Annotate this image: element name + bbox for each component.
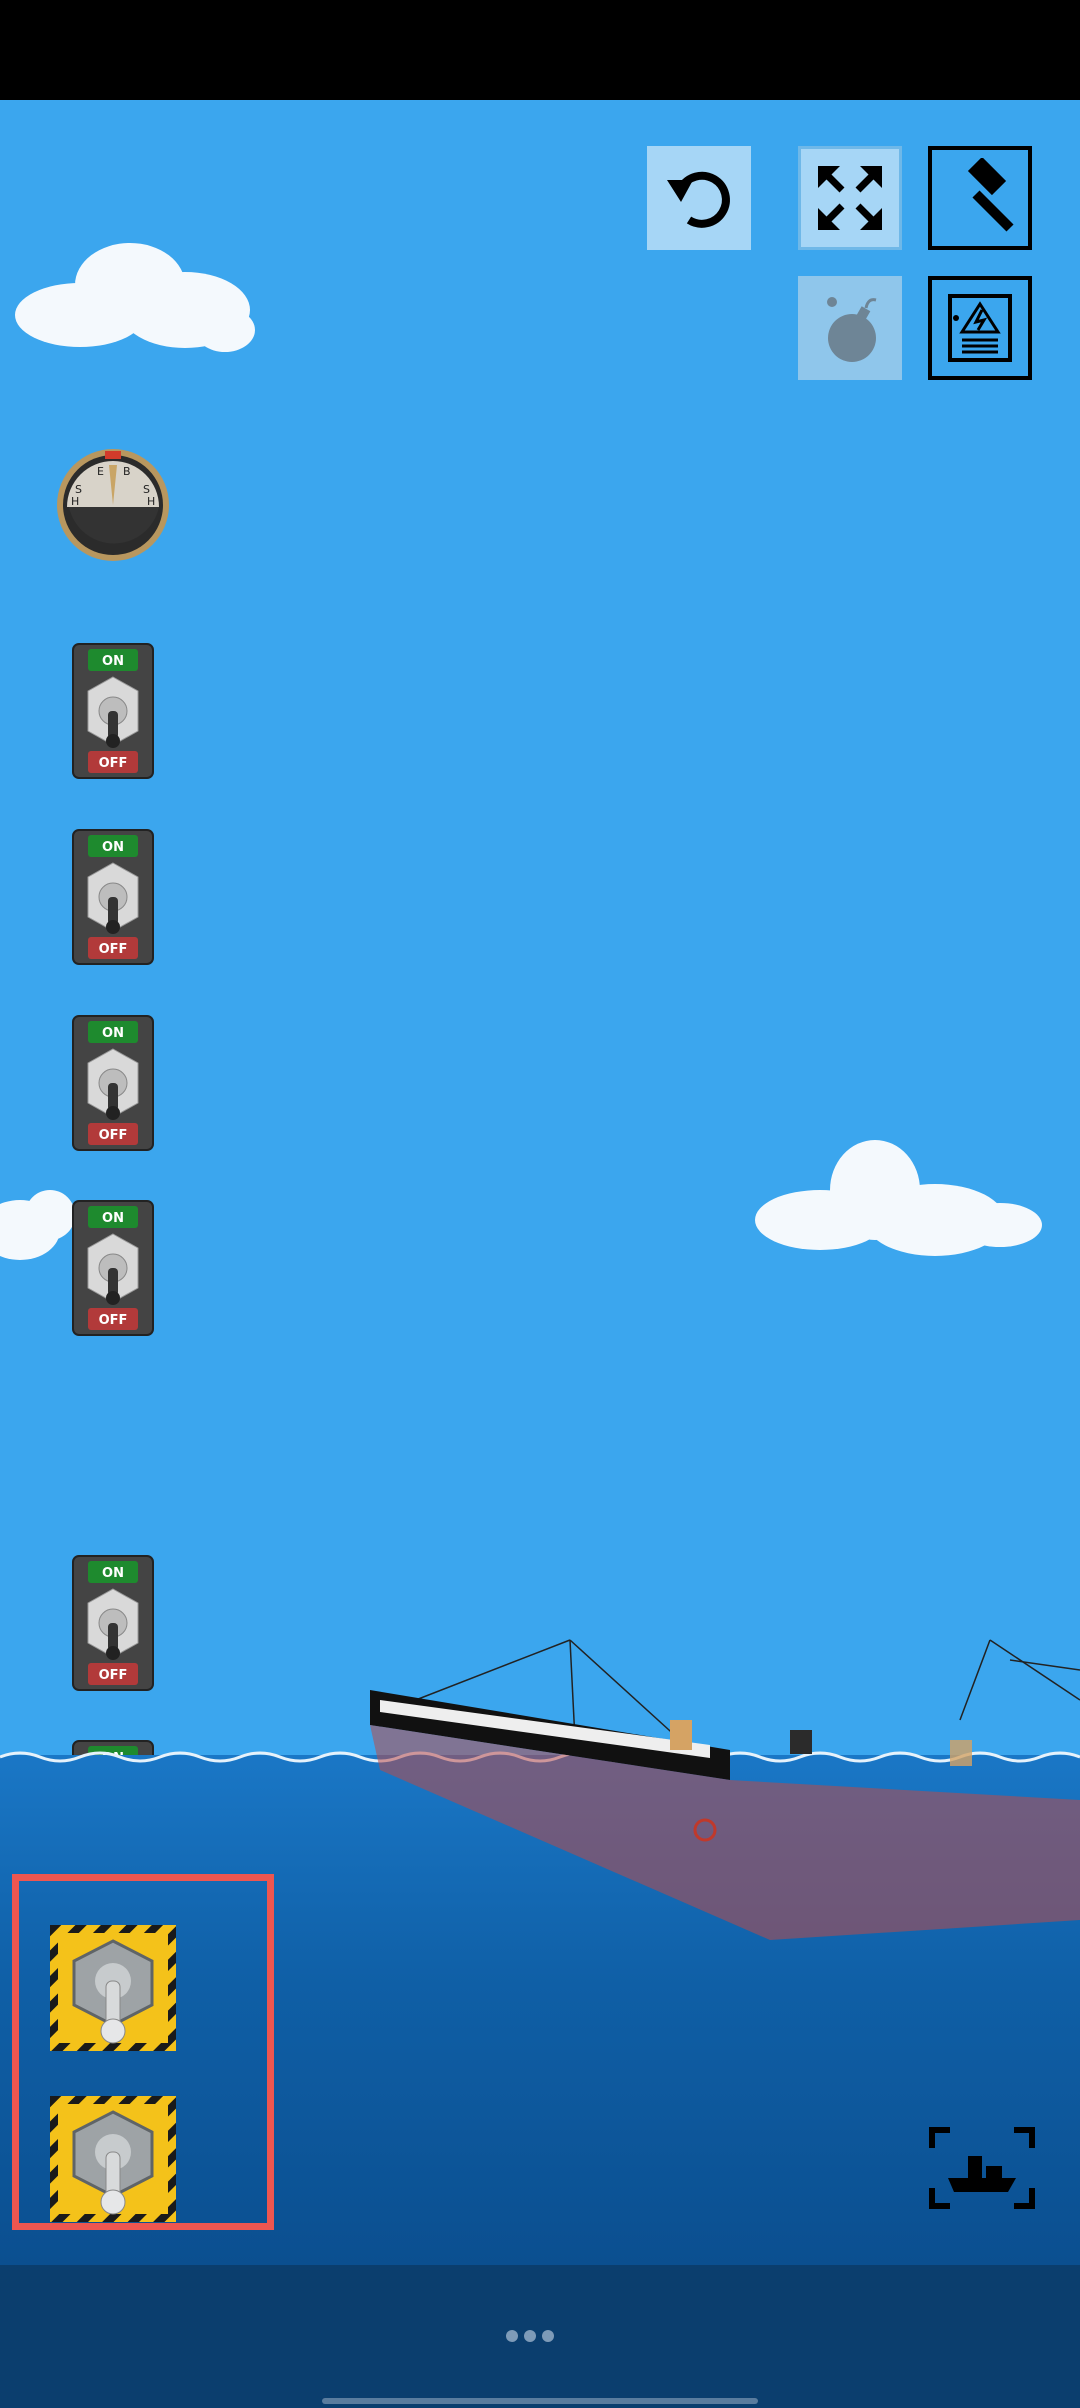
toggle-on-label: ON	[102, 1026, 124, 1041]
toggle-on-label: ON	[102, 1211, 124, 1226]
telegraph-letter: H	[71, 495, 79, 508]
hazard-lever-icon	[50, 2096, 176, 2222]
cloud	[15, 243, 255, 352]
follow-ship-camera-button[interactable]	[928, 2126, 1036, 2210]
expand-icon	[818, 166, 882, 230]
bomb-button[interactable]	[798, 276, 902, 380]
toggle-switch-graphic: ON OFF	[72, 643, 154, 779]
fit-screen-button[interactable]	[798, 146, 902, 250]
hazard-switch[interactable]	[50, 2096, 176, 2222]
toggle-switch[interactable]: ON OFF	[72, 1555, 154, 1691]
telegraph-letter: E	[97, 465, 104, 478]
toggle-on-label: ON	[102, 840, 124, 855]
home-indicator[interactable]	[322, 2398, 758, 2404]
toggle-switch-graphic: ON OFF	[72, 1015, 154, 1151]
telegraph-letter: H	[147, 495, 155, 508]
toggle-on-label: ON	[102, 1566, 124, 1581]
build-button[interactable]	[928, 146, 1032, 250]
toggle-switch[interactable]: ON OFF	[72, 643, 154, 779]
toggle-off-label: OFF	[99, 756, 128, 771]
status-bar	[0, 0, 1080, 100]
undo-button[interactable]	[647, 146, 751, 250]
hazard-switch[interactable]	[50, 1925, 176, 2051]
toggle-switch[interactable]: ON OFF	[72, 1200, 154, 1336]
toggle-switch[interactable]: ON OFF	[72, 829, 154, 965]
toggle-off-label: OFF	[99, 1668, 128, 1683]
electric-panel-button[interactable]	[928, 276, 1032, 380]
toggle-off-label: OFF	[99, 1313, 128, 1328]
sinking-ship	[370, 1639, 1080, 1940]
electric-panel-icon	[948, 294, 1012, 362]
toggle-switch-graphic: ON OFF	[72, 829, 154, 965]
cloud	[0, 1190, 75, 1260]
undo-icon	[667, 171, 730, 228]
toggle-off-label: OFF	[99, 942, 128, 957]
toggle-switch-graphic: ON OFF	[72, 1555, 154, 1691]
engine-telegraph-icon: S H S H E B	[57, 449, 169, 561]
hazard-lever-icon	[50, 1925, 176, 2051]
toggle-switch[interactable]: ON OFF	[72, 1015, 154, 1151]
bomb-icon	[827, 297, 877, 362]
hammer-icon	[967, 158, 1014, 232]
more-options-dots[interactable]	[506, 2330, 554, 2342]
toggle-off-label: OFF	[99, 1128, 128, 1143]
engine-telegraph[interactable]: S H S H E B	[55, 447, 171, 563]
toggle-switch-graphic: ON OFF	[72, 1200, 154, 1336]
ship-camera-icon	[929, 2127, 1035, 2209]
telegraph-letter: B	[123, 465, 131, 478]
toggle-on-label: ON	[102, 654, 124, 669]
cloud	[755, 1140, 1042, 1256]
